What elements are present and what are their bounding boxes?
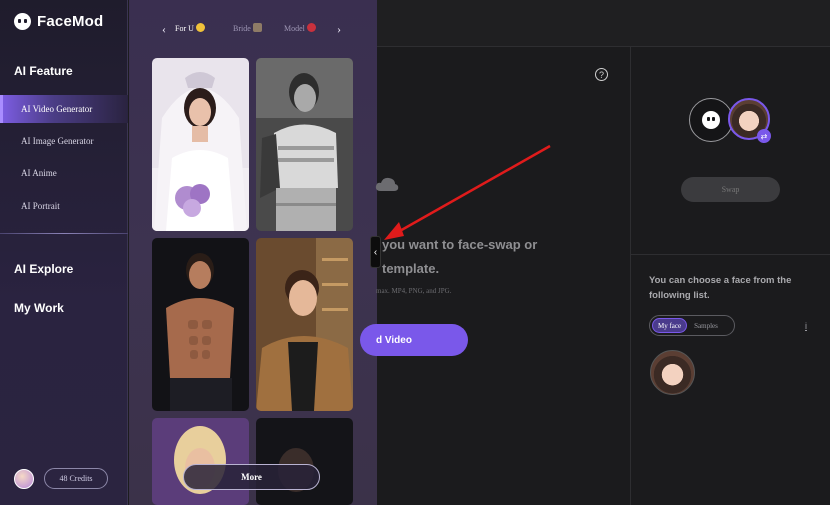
target-face-slot[interactable] (689, 98, 733, 142)
avatar[interactable] (14, 468, 34, 489)
church-emoji-icon (252, 23, 262, 32)
template-card-dark-portrait[interactable] (256, 418, 353, 505)
upload-instructions: you want to face-swap or template. (382, 233, 537, 281)
sidebar-item-ai-video-generator[interactable]: AI Video Generator (0, 95, 128, 123)
lips-emoji-icon (306, 23, 316, 32)
tab-model[interactable]: Model (284, 23, 316, 33)
upload-instructions-line2: template. (382, 261, 440, 276)
category-tabs: ‹ For U Bride Model › (129, 18, 377, 40)
dark-portrait-image (256, 418, 353, 505)
upload-video-button[interactable]: d Video (360, 324, 468, 356)
info-icon[interactable]: i (805, 321, 807, 331)
credits-button[interactable]: 48 Credits (44, 468, 108, 489)
sidebar-item-ai-anime[interactable]: AI Anime (0, 159, 128, 187)
facemod-logo-icon (14, 13, 31, 30)
selfie-guy-image (256, 238, 353, 411)
tab-samples[interactable]: Samples (689, 318, 723, 333)
sidebar-item-label: AI Video Generator (21, 104, 93, 114)
tab-my-face[interactable]: My face (652, 318, 688, 333)
sidebar-divider (0, 233, 128, 234)
my-work-link[interactable]: My Work (14, 301, 64, 315)
cloud-upload-icon (375, 177, 399, 191)
heart-eyes-emoji-icon (195, 23, 205, 32)
vintage-man-image (256, 58, 353, 231)
collapse-panel-button[interactable]: ‹ (370, 236, 381, 268)
sidebar-item-ai-image-generator[interactable]: AI Image Generator (0, 127, 128, 155)
template-panel: ‹ For U Bride Model › More (129, 0, 377, 505)
face-panel-divider (630, 254, 830, 255)
swap-button[interactable]: Swap (681, 177, 780, 202)
bride-image (152, 58, 249, 231)
sidebar-item-label: AI Portrait (21, 201, 60, 211)
top-toolbar (377, 0, 830, 47)
fitness-man-image (152, 238, 249, 411)
brand-name: FaceMod (37, 13, 104, 30)
chevron-left-icon: ‹ (373, 246, 378, 258)
template-card-fitness-man[interactable] (152, 238, 249, 411)
brand-logo[interactable]: FaceMod (14, 13, 103, 30)
choose-face-hint: You can choose a face from the following… (649, 275, 792, 301)
face-list-item[interactable] (650, 350, 695, 395)
sidebar-item-ai-portrait[interactable]: AI Portrait (0, 192, 128, 220)
upload-instructions-line1: you want to face-swap or (382, 237, 538, 252)
more-templates-button[interactable]: More (183, 464, 320, 490)
account-bar: 48 Credits (14, 468, 108, 489)
sidebar: FaceMod AI Feature AI Video Generator AI… (0, 0, 128, 505)
tab-for-u[interactable]: For U (175, 23, 205, 33)
help-icon[interactable]: ? (595, 68, 608, 81)
blonde-woman-image (152, 418, 249, 505)
tab-bride[interactable]: Bride (233, 23, 262, 33)
swap-arrows-icon[interactable]: ⇄ (757, 129, 771, 143)
sidebar-item-label: AI Image Generator (21, 136, 94, 146)
template-card-selfie-guy[interactable] (256, 238, 353, 411)
template-card-blonde-woman[interactable] (152, 418, 249, 505)
template-card-bride[interactable] (152, 58, 249, 231)
app-window: FaceMod AI Feature AI Video Generator AI… (0, 0, 830, 505)
ai-feature-heading: AI Feature (14, 64, 73, 78)
format-note: max. MP4, PNG, and JPG. (376, 287, 452, 295)
face-source-tabs: My face Samples (649, 315, 735, 336)
sidebar-item-label: AI Anime (21, 168, 57, 178)
ai-explore-link[interactable]: AI Explore (14, 262, 73, 276)
template-card-vintage-man[interactable] (256, 58, 353, 231)
chevron-right-icon[interactable]: › (337, 22, 341, 37)
face-placeholder-icon (702, 111, 720, 129)
chevron-left-icon[interactable]: ‹ (162, 22, 166, 37)
